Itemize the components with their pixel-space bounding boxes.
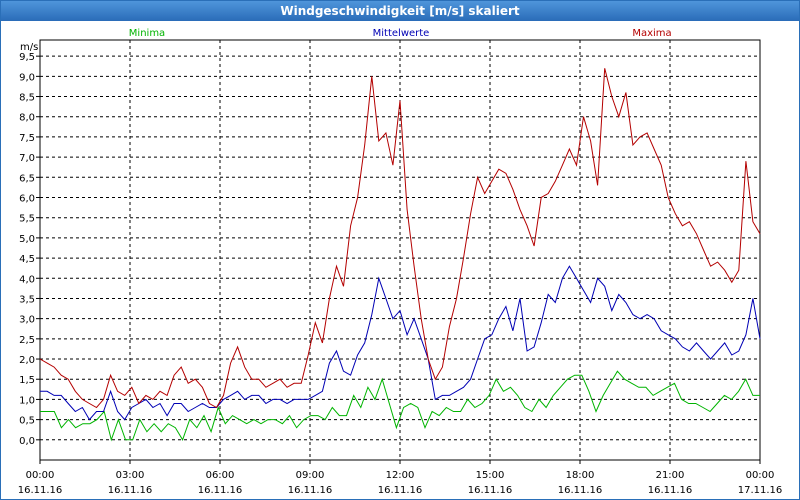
x-tick-time: 03:00 (116, 470, 145, 481)
y-axis-ticks: 0,0 0,5 1,0 1,5 2,0 2,5 3,0 3,5 4,0 4,5 5,0 5,5 6,0 6… (19, 52, 40, 447)
x-tick-date: 16.11.16 (108, 485, 153, 496)
y-tick-label: 2,5 (19, 335, 35, 346)
legend: Minima Mittelwerte Maxima (129, 28, 672, 39)
x-tick-date: 16.11.16 (378, 485, 423, 496)
y-tick-label: 7,0 (19, 153, 35, 164)
x-tick-time: 18:00 (566, 470, 595, 481)
y-tick-label: 5,5 (19, 214, 35, 225)
y-tick-label: 5,0 (19, 234, 35, 245)
y-tick-label: 7,5 (19, 133, 35, 144)
y-tick-label: 1,0 (19, 395, 35, 406)
x-tick-time: 00:00 (746, 470, 775, 481)
y-tick-label: 3,0 (19, 315, 35, 326)
y-tick-label: 4,5 (19, 254, 35, 265)
x-tick-date: 16.11.16 (288, 485, 333, 496)
x-axis-ticks: 00:00 16.11.16 03:00 16.11.16 06:00 16.11.16 0… (18, 460, 783, 496)
x-tick-date: 16.11.16 (198, 485, 243, 496)
x-tick-date: 16.11.16 (558, 485, 603, 496)
y-axis-label: m/s (20, 42, 38, 53)
legend-item-mittelwerte: Mittelwerte (373, 28, 430, 39)
y-tick-label: 4,0 (19, 274, 35, 285)
y-tick-label: 6,5 (19, 173, 35, 184)
y-tick-label: 9,5 (19, 52, 35, 63)
y-tick-label: 0,5 (19, 416, 35, 427)
x-tick-date: 16.11.16 (468, 485, 513, 496)
y-tick-label: 8,0 (19, 113, 35, 124)
x-tick-date: 17.11.16 (738, 485, 783, 496)
y-tick-label: 0,0 (19, 436, 35, 447)
x-tick-time: 06:00 (206, 470, 235, 481)
y-tick-label: 8,5 (19, 93, 35, 104)
x-tick-time: 12:00 (386, 470, 415, 481)
x-tick-time: 21:00 (656, 470, 685, 481)
y-tick-label: 1,5 (19, 375, 35, 386)
y-tick-label: 9,0 (19, 72, 35, 83)
legend-item-minima: Minima (129, 28, 165, 39)
chart-canvas: 0,0 0,5 1,0 1,5 2,0 2,5 3,0 3,5 4,0 4,5 5,0 5,5 6,0 6… (18, 28, 783, 496)
x-tick-date: 16.11.16 (18, 485, 63, 496)
x-tick-time: 15:00 (476, 470, 505, 481)
y-tick-label: 2,0 (19, 355, 35, 366)
x-tick-date: 16.11.16 (648, 485, 693, 496)
y-tick-label: 3,5 (19, 294, 35, 305)
legend-item-maxima: Maxima (632, 28, 671, 39)
x-tick-time: 00:00 (26, 470, 55, 481)
x-tick-time: 09:00 (296, 470, 325, 481)
y-tick-label: 6,0 (19, 194, 35, 205)
